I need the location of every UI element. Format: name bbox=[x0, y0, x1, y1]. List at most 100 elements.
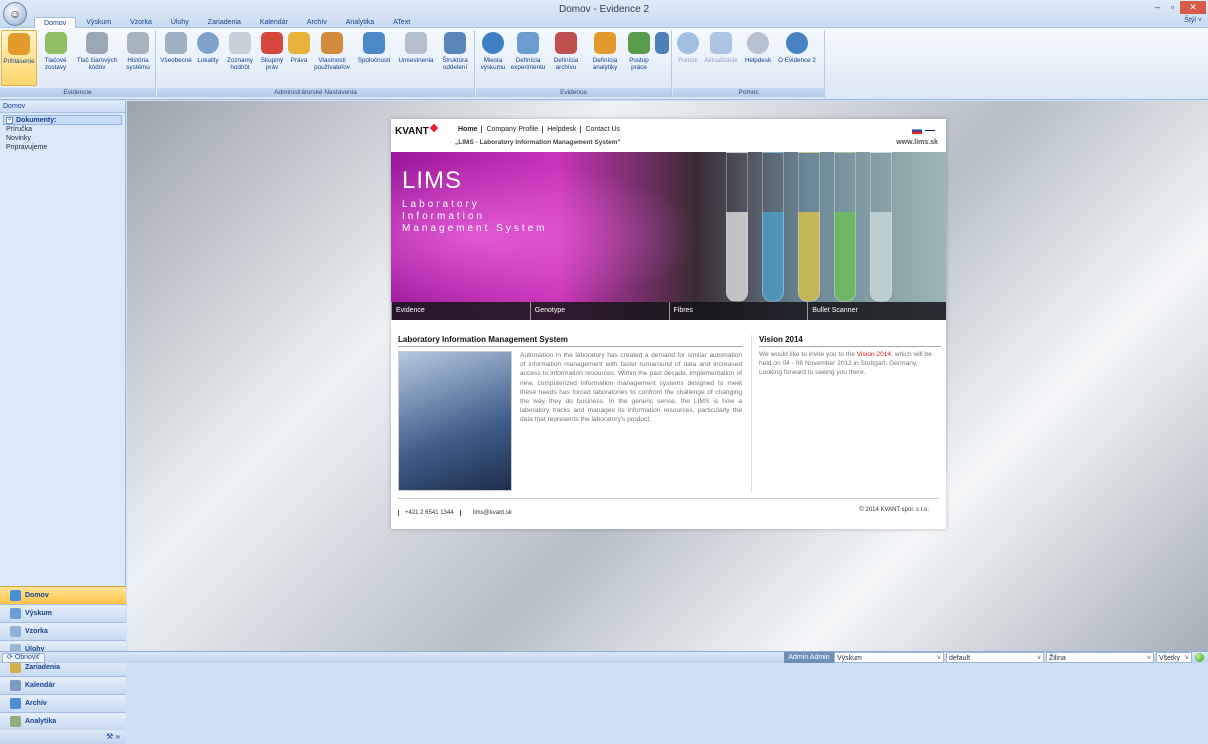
globe-icon bbox=[197, 32, 219, 54]
tree-item-manual[interactable]: Príručka bbox=[3, 125, 122, 134]
vision-title: Vision 2014 bbox=[759, 335, 941, 347]
kvant-logo[interactable]: KVANT bbox=[395, 126, 429, 137]
current-user: Admin Admin bbox=[784, 652, 834, 663]
tree-item-upcoming[interactable]: Pripravujeme bbox=[3, 143, 122, 152]
nav-archiv[interactable]: Archív bbox=[0, 694, 126, 712]
research-sites-button[interactable]: Miesta výskumu bbox=[478, 30, 508, 86]
phone-number: +421 2 6541 1344 bbox=[398, 510, 461, 516]
key-icon bbox=[288, 32, 310, 54]
tube bbox=[834, 152, 856, 302]
system-history-button[interactable]: História systému bbox=[121, 30, 155, 86]
about-button[interactable]: O Evidence 2 bbox=[777, 30, 817, 86]
analytics-definition-button[interactable]: Definícia analytiky bbox=[585, 30, 625, 86]
nav-vyskum[interactable]: Výskum bbox=[0, 604, 126, 622]
navigation-pane: Domov Výskum Vzorka Úlohy Zariadenia Kal… bbox=[0, 586, 126, 744]
styles-menu[interactable]: Štýl ˅ bbox=[1184, 17, 1202, 24]
uk-flag-icon[interactable] bbox=[925, 127, 935, 134]
info-icon bbox=[786, 32, 808, 54]
web-page: KVANT Home Company Profile Helpdesk Cont… bbox=[391, 119, 946, 529]
calendar-icon bbox=[10, 680, 21, 691]
collapse-icon[interactable]: − bbox=[6, 116, 13, 124]
banner-tab-fibres[interactable]: Fibres bbox=[668, 302, 808, 320]
print-reports-button[interactable]: Tlačové zostavy bbox=[39, 30, 72, 86]
banner-tab-evidence[interactable]: Evidence bbox=[391, 302, 530, 320]
vision-link[interactable]: Vision 2014 bbox=[857, 351, 891, 358]
experiment-definition-button[interactable]: Definícia experimentu bbox=[509, 30, 547, 86]
users-icon bbox=[321, 32, 343, 54]
home-icon bbox=[10, 590, 21, 601]
grid-icon bbox=[229, 32, 251, 54]
org-chart-icon bbox=[444, 32, 466, 54]
tree-root-documents[interactable]: − Dokumenty: bbox=[3, 115, 122, 125]
group-label-evidencie: Evidencie bbox=[0, 88, 155, 97]
minimize-button[interactable]: – bbox=[1150, 1, 1165, 14]
nav-domov[interactable]: Domov bbox=[0, 586, 126, 604]
site-nav-helpdesk[interactable]: Helpdesk bbox=[543, 126, 582, 133]
archive-definition-button[interactable]: Definícia archívu bbox=[548, 30, 584, 86]
handshake-icon bbox=[363, 32, 385, 54]
tube bbox=[870, 152, 892, 302]
article-text: Automation in the laboratory has created… bbox=[520, 352, 742, 424]
group-label-admin: Administrátorské Nastavenia bbox=[157, 88, 474, 97]
helpdesk-icon bbox=[747, 32, 769, 54]
molecule-icon bbox=[482, 32, 504, 54]
window-title: Domov - Evidence 2 bbox=[558, 4, 650, 15]
update-icon bbox=[710, 32, 732, 54]
connection-status-icon bbox=[1195, 653, 1204, 662]
title-bar: ☺ Domov - Evidence 2 – ▫ ✕ Domov Výskum … bbox=[0, 0, 1208, 29]
nav-kalendar[interactable]: Kalendár bbox=[0, 676, 126, 694]
main-article: Laboratory Information Management System… bbox=[398, 335, 743, 491]
tube bbox=[798, 152, 820, 302]
locations-button[interactable]: Lokality bbox=[194, 30, 222, 86]
site-nav-company-profile[interactable]: Company Profile bbox=[482, 126, 544, 133]
nav-analytika[interactable]: Analytika bbox=[0, 712, 126, 730]
barcode-print-button[interactable]: Tlač čiarových kódov bbox=[74, 30, 120, 86]
site-header: KVANT Home Company Profile Helpdesk Cont… bbox=[391, 119, 946, 151]
email-link[interactable]: lims@kvant.sk bbox=[473, 510, 512, 516]
laboratory-photo bbox=[398, 351, 512, 491]
site-url[interactable]: www.lims.sk bbox=[896, 139, 938, 146]
group-label-help: Pomoc bbox=[673, 88, 824, 97]
nav-footer-options[interactable]: ⚒ » bbox=[0, 730, 126, 744]
tree-item-news[interactable]: Novinky bbox=[3, 134, 122, 143]
filter-select[interactable]: Všetky ˅ bbox=[1156, 652, 1192, 663]
work-procedure-button[interactable]: Postup práce bbox=[626, 30, 652, 86]
module-select[interactable]: Výskum ˅ bbox=[834, 652, 944, 663]
profile-select[interactable]: default ˅ bbox=[946, 652, 1044, 663]
banner-tab-bullet-scanner[interactable]: Bullet Scanner bbox=[807, 302, 946, 320]
site-nav-home[interactable]: Home bbox=[454, 126, 483, 133]
article-title: Laboratory Information Management System bbox=[398, 335, 743, 347]
help-button[interactable]: Pomoc bbox=[675, 30, 701, 86]
close-button[interactable]: ✕ bbox=[1180, 1, 1206, 14]
banner-title: LIMS bbox=[402, 167, 463, 194]
group-label-evidence: Evidence bbox=[476, 88, 671, 97]
site-nav-contact[interactable]: Contact Us bbox=[581, 126, 624, 133]
slovak-flag-icon[interactable] bbox=[912, 127, 922, 134]
updates-button[interactable]: Aktualizácie bbox=[702, 30, 740, 86]
sidebar-header: Domov bbox=[0, 101, 125, 113]
refresh-button[interactable]: ⟳ Obnoviť bbox=[2, 653, 45, 663]
value-lists-button[interactable]: Zoznamy hodnôt bbox=[223, 30, 257, 86]
rights-groups-button[interactable]: Skupiny práv bbox=[258, 30, 286, 86]
tube bbox=[726, 152, 748, 302]
workflow-button[interactable] bbox=[653, 30, 670, 86]
placements-button[interactable]: Umiestnenia bbox=[396, 30, 436, 86]
department-structure-button[interactable]: Štruktúra oddelení bbox=[437, 30, 473, 86]
general-button[interactable]: Všeobecné bbox=[159, 30, 193, 86]
group-evidencie: Prihlásenie Tlačové zostavy Tlač čiarový… bbox=[0, 30, 156, 98]
refresh-icon: ⟳ bbox=[7, 654, 15, 661]
printer-icon bbox=[86, 32, 108, 54]
sidebar: Domov − Dokumenty: Príručka Novinky Prip… bbox=[0, 101, 126, 744]
rights-button[interactable]: Práva bbox=[287, 30, 311, 86]
restore-button[interactable]: ▫ bbox=[1165, 1, 1180, 14]
banner-tab-genotype[interactable]: Genotype bbox=[529, 302, 669, 320]
placement-icon bbox=[405, 32, 427, 54]
companies-button[interactable]: Spoločnosti bbox=[353, 30, 395, 86]
location-select[interactable]: Žilina ˅ bbox=[1046, 652, 1154, 663]
question-icon bbox=[677, 32, 699, 54]
history-icon bbox=[127, 32, 149, 54]
helpdesk-button[interactable]: Helpdesk bbox=[741, 30, 775, 86]
nav-vzorka[interactable]: Vzorka bbox=[0, 622, 126, 640]
login-button[interactable]: Prihlásenie bbox=[1, 30, 37, 86]
user-properties-button[interactable]: Vlastnosti používateľov bbox=[312, 30, 352, 86]
